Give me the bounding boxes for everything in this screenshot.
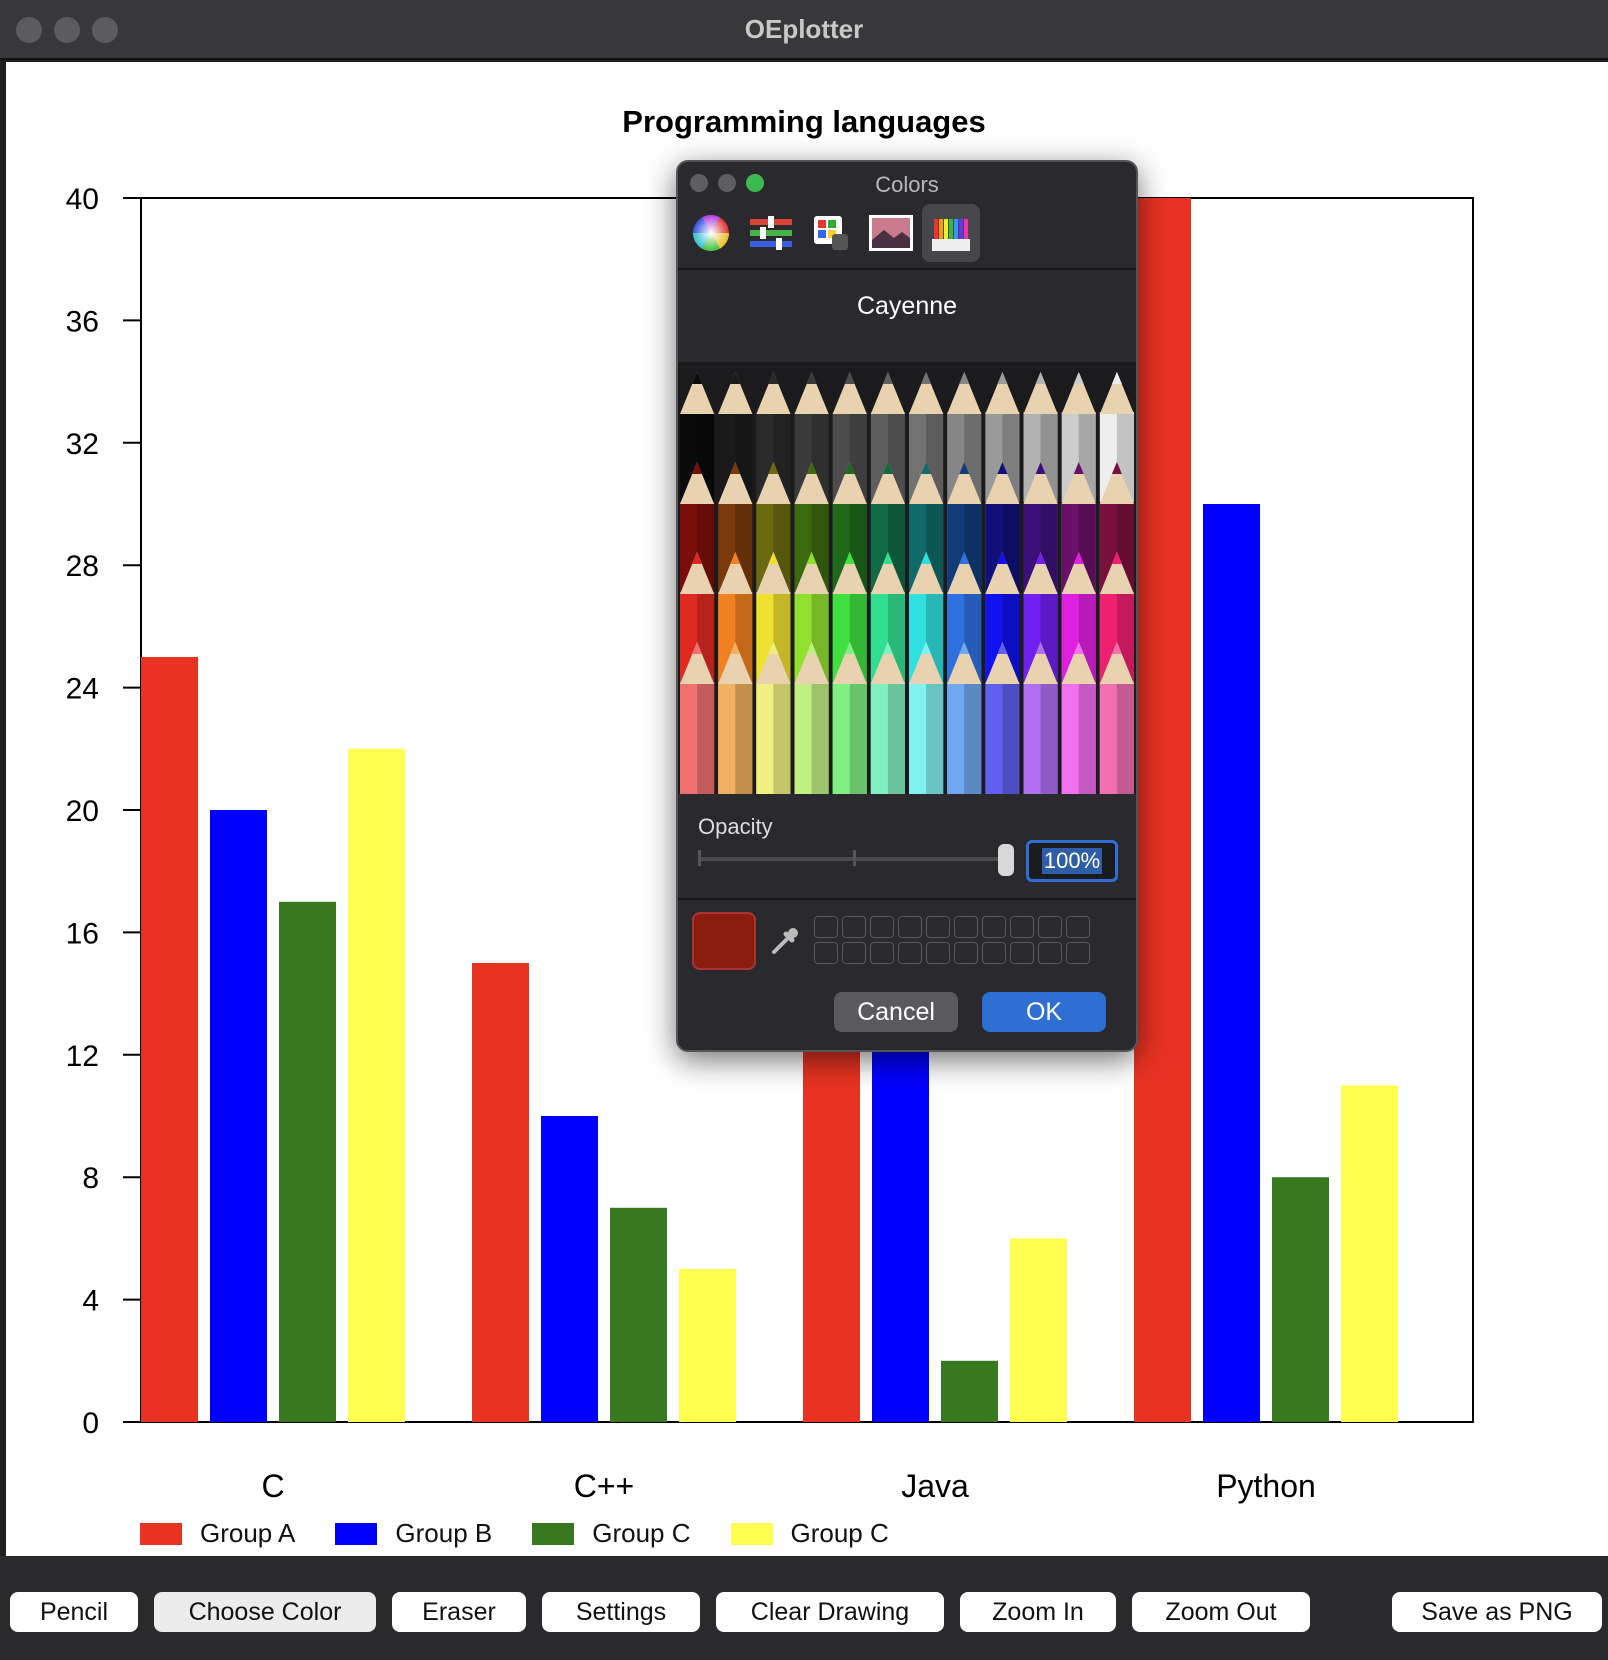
choose-color-button[interactable]: Choose Color	[154, 1592, 376, 1632]
x-category-label: C	[261, 1468, 284, 1504]
empty-swatch-cell[interactable]	[870, 916, 894, 938]
legend-swatch	[140, 1522, 182, 1545]
slider-tick	[853, 850, 856, 866]
empty-swatch-cell[interactable]	[1010, 942, 1034, 964]
empty-swatch-cell[interactable]	[982, 916, 1006, 938]
pencil-button[interactable]: Pencil	[10, 1592, 138, 1632]
opacity-label: Opacity	[698, 814, 773, 839]
legend-label: Group C	[790, 1518, 889, 1548]
empty-swatch-cell[interactable]	[1066, 916, 1090, 938]
pencil-palette[interactable]	[678, 362, 1136, 794]
empty-swatch-cell[interactable]	[982, 942, 1006, 964]
current-color-swatch[interactable]	[692, 912, 756, 970]
bar	[1272, 1177, 1329, 1422]
slider-tick	[698, 850, 701, 866]
empty-swatch-cell[interactable]	[1038, 942, 1062, 964]
bar	[1341, 1085, 1398, 1422]
legend-swatch	[532, 1522, 575, 1545]
empty-swatch-cell[interactable]	[1066, 942, 1090, 964]
zoom-in-button[interactable]: Zoom In	[960, 1592, 1116, 1632]
bar	[348, 748, 405, 1422]
empty-swatch-cell[interactable]	[926, 916, 950, 938]
empty-swatch-cell[interactable]	[842, 916, 866, 938]
bar	[1203, 504, 1260, 1422]
empty-swatch-cell[interactable]	[926, 942, 950, 964]
x-category-label: Java	[901, 1468, 969, 1504]
eyedropper-icon[interactable]	[768, 924, 802, 958]
palettes-icon[interactable]	[802, 204, 860, 262]
x-category-label: C++	[574, 1468, 634, 1504]
bar	[472, 963, 529, 1422]
opacity-value: 100%	[1041, 848, 1103, 874]
legend-swatch	[730, 1522, 773, 1545]
empty-swatch-cell[interactable]	[814, 916, 838, 938]
legend-swatch	[335, 1522, 378, 1545]
panel-title: Colors	[875, 172, 939, 197]
y-tick-label: 32	[66, 428, 99, 461]
bottom-toolbar: Pencil Choose Color Eraser Settings Clea…	[0, 1556, 1608, 1660]
favorite-swatches	[814, 916, 1090, 964]
bar	[941, 1360, 998, 1422]
empty-swatch-cell[interactable]	[954, 942, 978, 964]
y-tick-label: 36	[66, 305, 99, 338]
legend-label: Group B	[395, 1518, 493, 1548]
bar	[541, 1116, 598, 1422]
legend-item: Group A	[140, 1518, 295, 1549]
image-palette-icon[interactable]	[862, 204, 920, 262]
y-tick-label: 16	[66, 917, 99, 950]
colors-panel: Colors Cayenne Opacity 100% Cancel OK	[676, 160, 1138, 1052]
x-category-label: Python	[1216, 1468, 1316, 1504]
legend-item: Group B	[335, 1518, 492, 1549]
empty-swatch-cell[interactable]	[1010, 916, 1034, 938]
legend-item: Group C	[532, 1518, 691, 1549]
empty-swatch-cell[interactable]	[842, 942, 866, 964]
empty-swatch-cell[interactable]	[870, 942, 894, 964]
settings-button[interactable]: Settings	[542, 1592, 700, 1632]
picker-mode-tabs	[678, 200, 1136, 268]
y-tick-label: 0	[82, 1407, 99, 1440]
y-tick-label: 24	[66, 673, 99, 706]
empty-swatch-cell[interactable]	[814, 942, 838, 964]
bar	[279, 901, 336, 1422]
zoom-out-button[interactable]: Zoom Out	[1132, 1592, 1310, 1632]
y-tick-label: 40	[66, 183, 99, 216]
panel-divider	[678, 898, 1136, 900]
cancel-button[interactable]: Cancel	[834, 992, 958, 1032]
pencils-icon[interactable]	[922, 204, 980, 262]
bar	[1010, 1238, 1067, 1422]
legend-item: Group C	[730, 1518, 889, 1549]
y-tick-label: 8	[82, 1162, 99, 1195]
empty-swatch-cell[interactable]	[954, 916, 978, 938]
color-wheel-icon[interactable]	[682, 204, 740, 262]
opacity-slider-knob[interactable]	[998, 844, 1014, 876]
sliders-icon[interactable]	[742, 204, 800, 262]
bar	[210, 810, 267, 1422]
selected-color-name: Cayenne	[856, 292, 958, 320]
empty-swatch-cell[interactable]	[1038, 916, 1062, 938]
empty-swatch-cell[interactable]	[898, 942, 922, 964]
empty-swatch-cell[interactable]	[898, 916, 922, 938]
save-as-png-button[interactable]: Save as PNG	[1392, 1592, 1602, 1632]
clear-drawing-button[interactable]: Clear Drawing	[716, 1592, 944, 1632]
bar	[141, 657, 198, 1422]
bar	[610, 1207, 667, 1422]
bar	[679, 1269, 736, 1422]
y-tick-label: 20	[66, 795, 99, 828]
eraser-button[interactable]: Eraser	[392, 1592, 526, 1632]
legend-label: Group C	[592, 1518, 691, 1548]
y-tick-label: 12	[66, 1040, 99, 1073]
panel-divider	[678, 268, 1136, 270]
y-tick-label: 4	[82, 1285, 99, 1318]
bar	[803, 1024, 860, 1422]
bar	[1134, 198, 1191, 1422]
chart-legend: Group A Group B Group C Group C	[140, 1518, 929, 1549]
bar	[872, 1024, 929, 1422]
legend-label: Group A	[200, 1518, 296, 1548]
opacity-input[interactable]: 100%	[1026, 840, 1118, 882]
y-tick-label: 28	[66, 550, 99, 583]
ok-button[interactable]: OK	[982, 992, 1106, 1032]
